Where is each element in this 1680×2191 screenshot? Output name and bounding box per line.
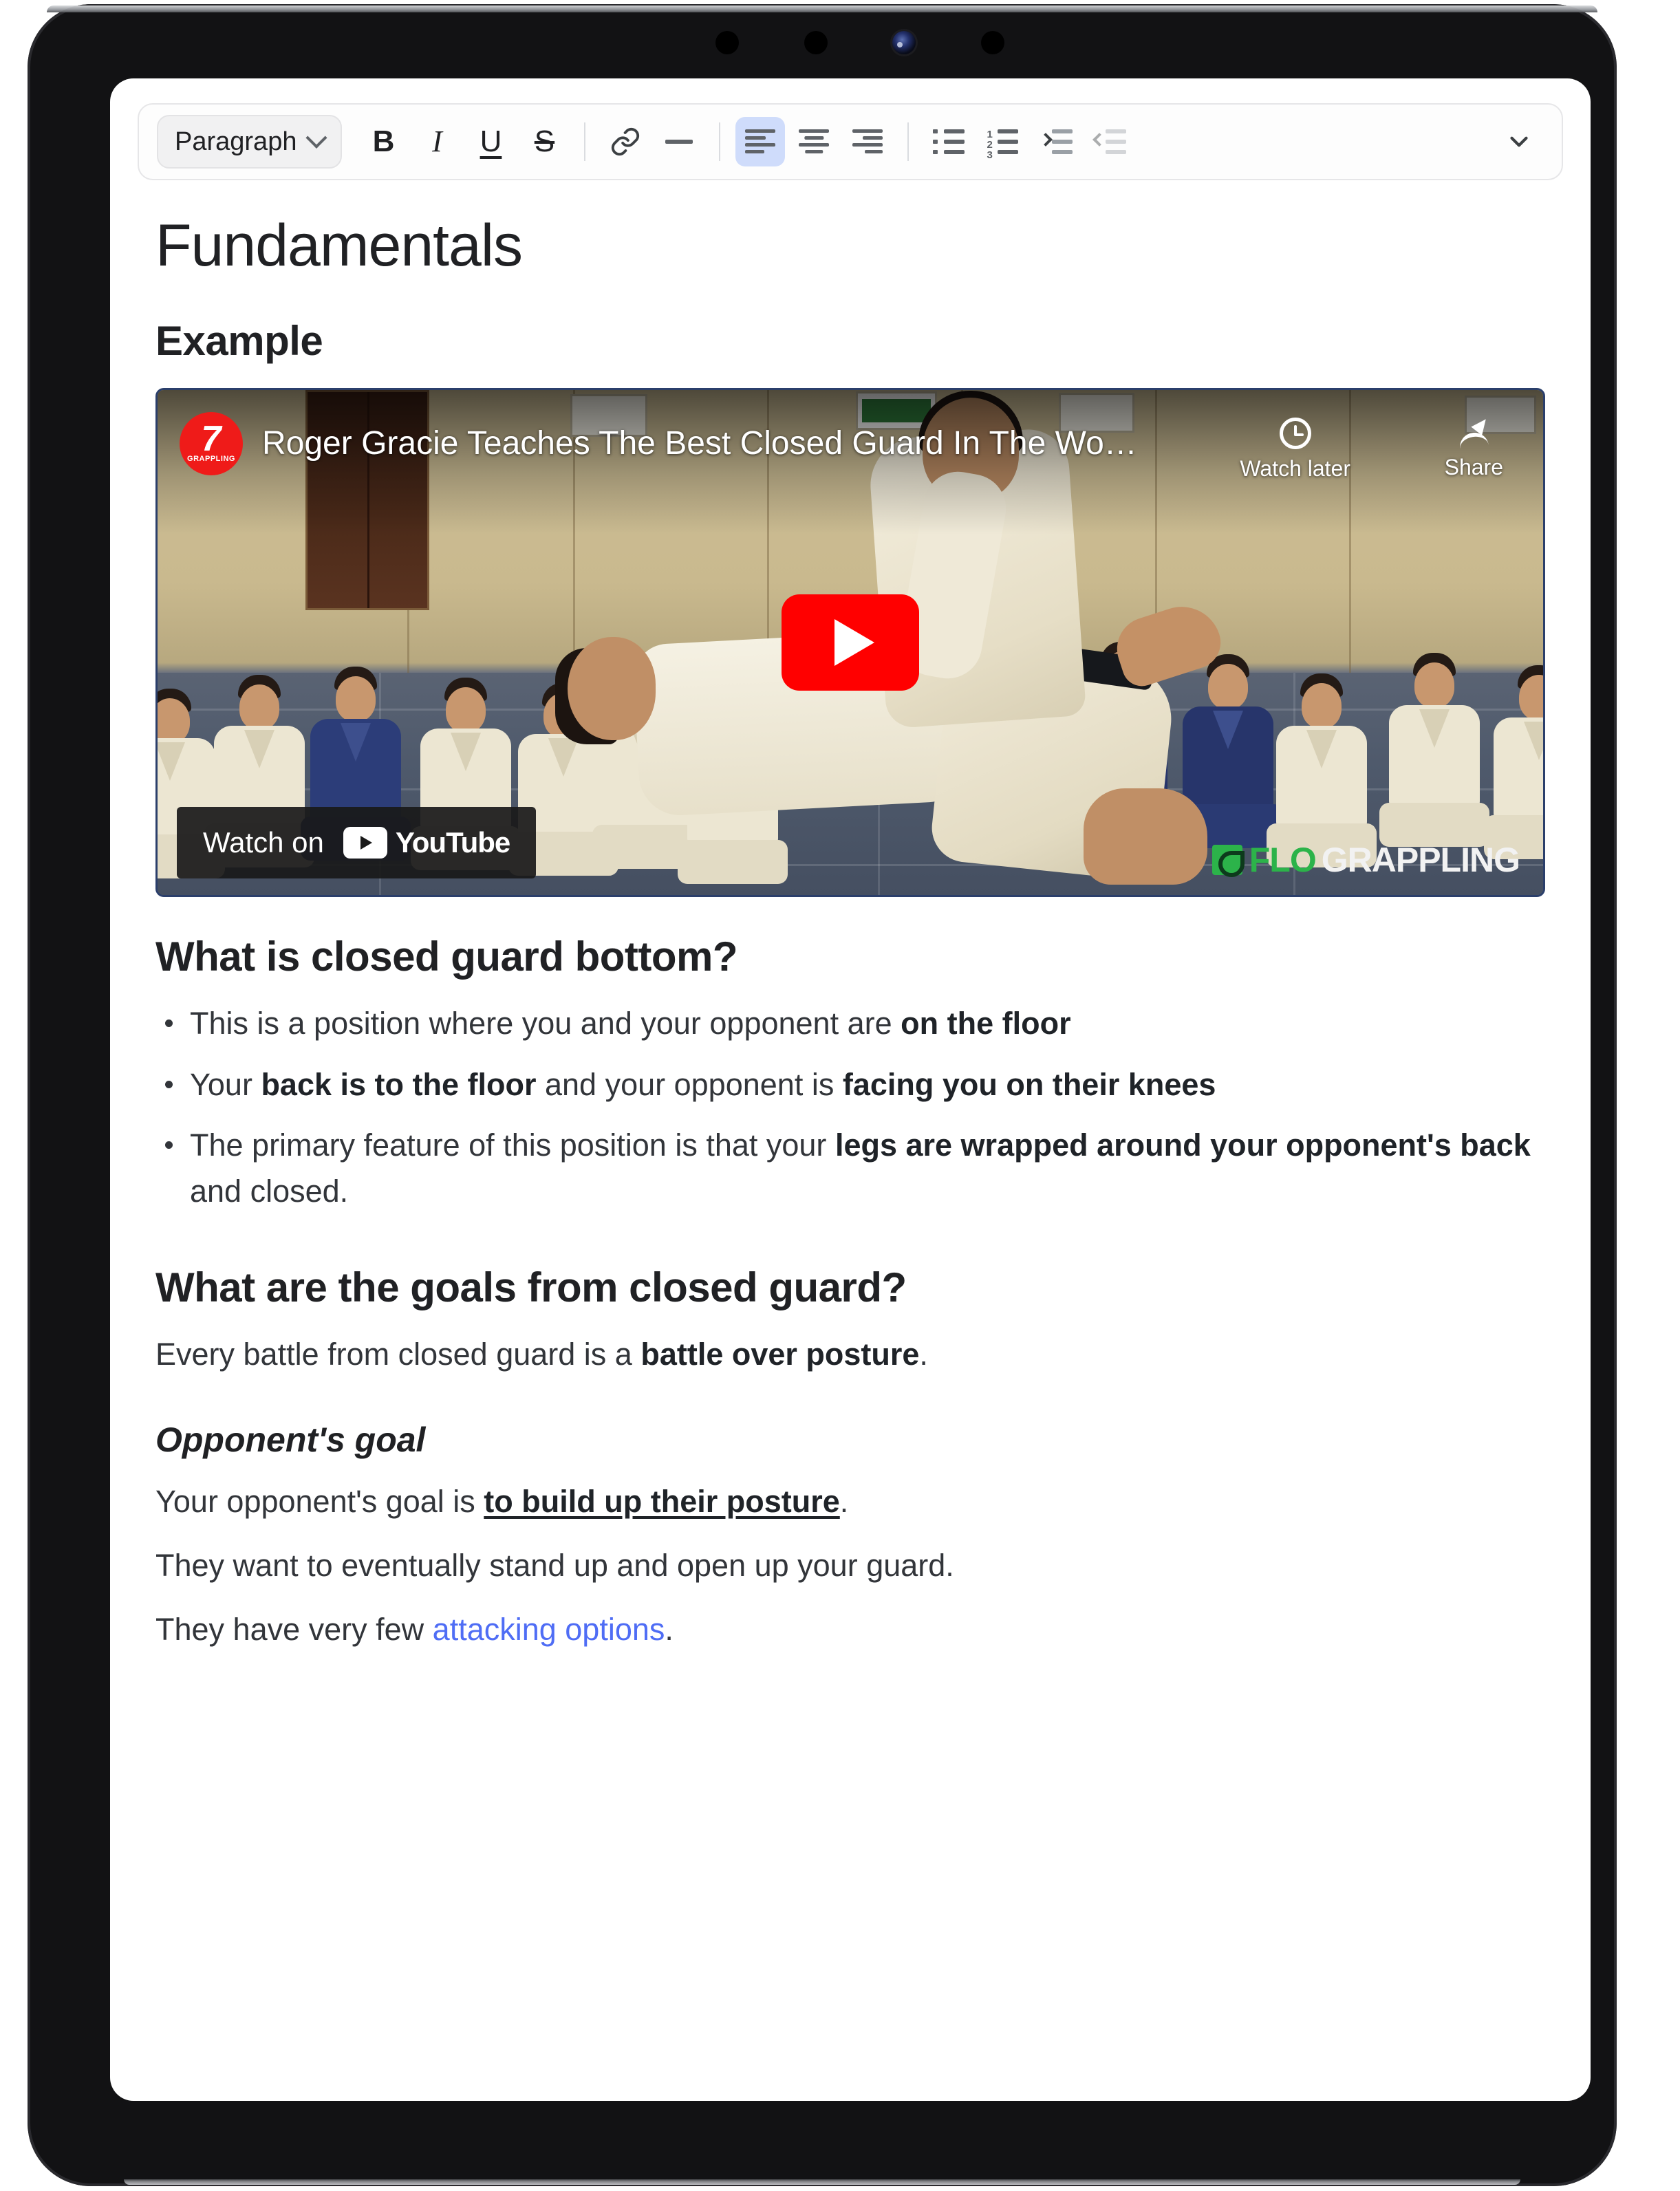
section-2-intro-plain-1: Every battle from closed guard is a xyxy=(155,1337,641,1372)
share-button[interactable]: Share xyxy=(1445,418,1503,480)
page-title: Fundamentals xyxy=(155,213,523,279)
indent-button[interactable] xyxy=(1031,117,1081,166)
line-1-plain-2: . xyxy=(839,1483,849,1519)
horizontal-rule-icon xyxy=(665,140,693,144)
line-1-plain-1: Your opponent's goal is xyxy=(155,1483,484,1519)
section-2-heading: What are the goals from closed guard? xyxy=(155,1264,907,1311)
video-title[interactable]: Roger Gracie Teaches The Best Closed Gua… xyxy=(262,424,1225,462)
document-body[interactable]: Fundamentals Example 7 GRAPPLING Roger G… xyxy=(110,212,1591,1652)
align-left-icon xyxy=(745,128,776,155)
numbered-list-icon: 1 2 3 xyxy=(987,129,1019,160)
list-number-3: 3 xyxy=(987,149,993,161)
opponents-goal-line-3: They have very few attacking options. xyxy=(155,1607,1545,1652)
clock-icon xyxy=(1279,418,1311,449)
list-item: This is a position where you and your op… xyxy=(155,1001,1545,1047)
section-1-bullet-list: This is a position where you and your op… xyxy=(155,1001,1545,1214)
section-1-heading: What is closed guard bottom? xyxy=(155,933,738,980)
align-right-button[interactable] xyxy=(843,117,892,166)
bullet-3-text-plain-1: The primary feature of this position is … xyxy=(190,1127,835,1163)
section-2-intro: Every battle from closed guard is a batt… xyxy=(155,1332,1545,1377)
indent-icon xyxy=(1039,129,1073,155)
horizontal-rule-button[interactable] xyxy=(654,117,704,166)
bold-icon: B xyxy=(372,125,395,158)
bullet-2-text-bold-1: back is to the floor xyxy=(261,1066,537,1102)
bullet-2-text-plain-1: Your xyxy=(190,1066,261,1102)
watermark-grappling: GRAPPLING xyxy=(1321,841,1520,879)
editor-toolbar: Paragraph B I U S 1 2 3 xyxy=(138,103,1563,180)
tablet-device-frame: Paragraph B I U S 1 2 3 Fundamentals Exa… xyxy=(28,4,1617,2186)
attacking-options-link[interactable]: attacking options xyxy=(433,1612,665,1647)
bullet-1-text-bold: on the floor xyxy=(901,1006,1071,1041)
bullet-2-text-plain-2: and your opponent is xyxy=(536,1066,843,1102)
flo-mark-icon xyxy=(1211,845,1245,877)
align-left-button[interactable] xyxy=(735,117,786,166)
align-center-icon xyxy=(799,128,830,155)
toolbar-more-button[interactable] xyxy=(1494,117,1544,166)
editor-card: Paragraph B I U S 1 2 3 Fundamentals Exa… xyxy=(110,78,1591,2101)
bullet-list-icon xyxy=(933,129,965,155)
italic-icon: I xyxy=(432,125,442,158)
avatar-sub-label: GRAPPLING xyxy=(187,455,235,464)
list-item: The primary feature of this position is … xyxy=(155,1123,1545,1214)
outdent-button[interactable] xyxy=(1085,117,1134,166)
strikethrough-button[interactable]: S xyxy=(519,117,569,166)
bullet-3-text-plain-2: and closed. xyxy=(190,1173,349,1209)
block-format-label: Paragraph xyxy=(175,127,297,156)
link-icon xyxy=(612,127,640,156)
align-center-button[interactable] xyxy=(789,117,839,166)
line-3-plain-2: . xyxy=(665,1612,674,1648)
underline-icon: U xyxy=(480,125,502,158)
channel-avatar[interactable]: 7 GRAPPLING xyxy=(180,412,243,475)
underline-button[interactable]: U xyxy=(466,117,515,166)
opponents-goal-line-1: Your opponent's goal is to build up thei… xyxy=(155,1479,1545,1524)
bullet-3-text-bold-1: legs are wrapped around your opponent's … xyxy=(834,1127,1531,1163)
toolbar-divider-3 xyxy=(907,122,909,161)
share-icon xyxy=(1456,418,1491,448)
italic-button[interactable]: I xyxy=(412,117,462,166)
strikethrough-icon: S xyxy=(534,125,555,158)
youtube-wordmark: YouTube xyxy=(395,826,510,859)
bullet-2-text-bold-2: facing you on their knees xyxy=(842,1066,1216,1102)
toolbar-divider-1 xyxy=(584,122,586,161)
toolbar-divider-2 xyxy=(719,122,721,161)
outdent-icon xyxy=(1092,129,1127,155)
watermark-flo: FLO xyxy=(1249,841,1317,879)
section-2-intro-plain-2: . xyxy=(919,1337,928,1372)
play-button[interactable] xyxy=(782,594,919,691)
bullet-list-button[interactable] xyxy=(924,117,973,166)
flograppling-watermark: FLO GRAPPLING xyxy=(1211,840,1520,880)
section-2-intro-bold: battle over posture xyxy=(640,1337,920,1372)
block-format-dropdown[interactable]: Paragraph xyxy=(157,115,343,169)
sensor-dot-1 xyxy=(715,31,739,54)
youtube-logo: YouTube xyxy=(343,826,510,859)
align-right-icon xyxy=(852,128,883,155)
sensor-dot-2 xyxy=(804,31,828,54)
line-1-bold-underline: to build up their posture xyxy=(484,1483,840,1519)
sensor-cluster xyxy=(715,23,1004,62)
list-item: Your back is to the floor and your oppon… xyxy=(155,1062,1545,1108)
list-number-2: 2 xyxy=(987,139,993,151)
bold-button[interactable]: B xyxy=(358,117,408,166)
link-button[interactable] xyxy=(601,117,650,166)
avatar-mark: 7 xyxy=(201,418,222,459)
watch-on-label: Watch on xyxy=(203,826,324,859)
watch-later-button[interactable]: Watch later xyxy=(1240,418,1350,482)
share-label: Share xyxy=(1444,455,1503,479)
numbered-list-button[interactable]: 1 2 3 xyxy=(978,117,1027,166)
example-heading: Example xyxy=(155,318,323,364)
line-3-plain-1: They have very few xyxy=(155,1612,433,1648)
chevron-down-icon xyxy=(1510,136,1528,147)
chevron-down-icon xyxy=(305,127,328,149)
sensor-dot-4 xyxy=(980,31,1004,54)
youtube-video-embed[interactable]: 7 GRAPPLING Roger Gracie Teaches The Bes… xyxy=(155,388,1545,897)
watch-later-label: Watch later xyxy=(1240,456,1350,481)
youtube-play-icon xyxy=(343,827,387,859)
play-triangle-icon xyxy=(834,619,874,666)
bullet-1-text-plain: This is a position where you and your op… xyxy=(190,1006,901,1041)
watch-on-youtube-button[interactable]: Watch on YouTube xyxy=(177,807,537,878)
front-camera-icon xyxy=(892,31,916,54)
opponents-goal-line-2: They want to eventually stand up and ope… xyxy=(155,1547,954,1583)
opponents-goal-subheading: Opponent's goal xyxy=(155,1420,426,1459)
list-number-1: 1 xyxy=(987,129,993,140)
